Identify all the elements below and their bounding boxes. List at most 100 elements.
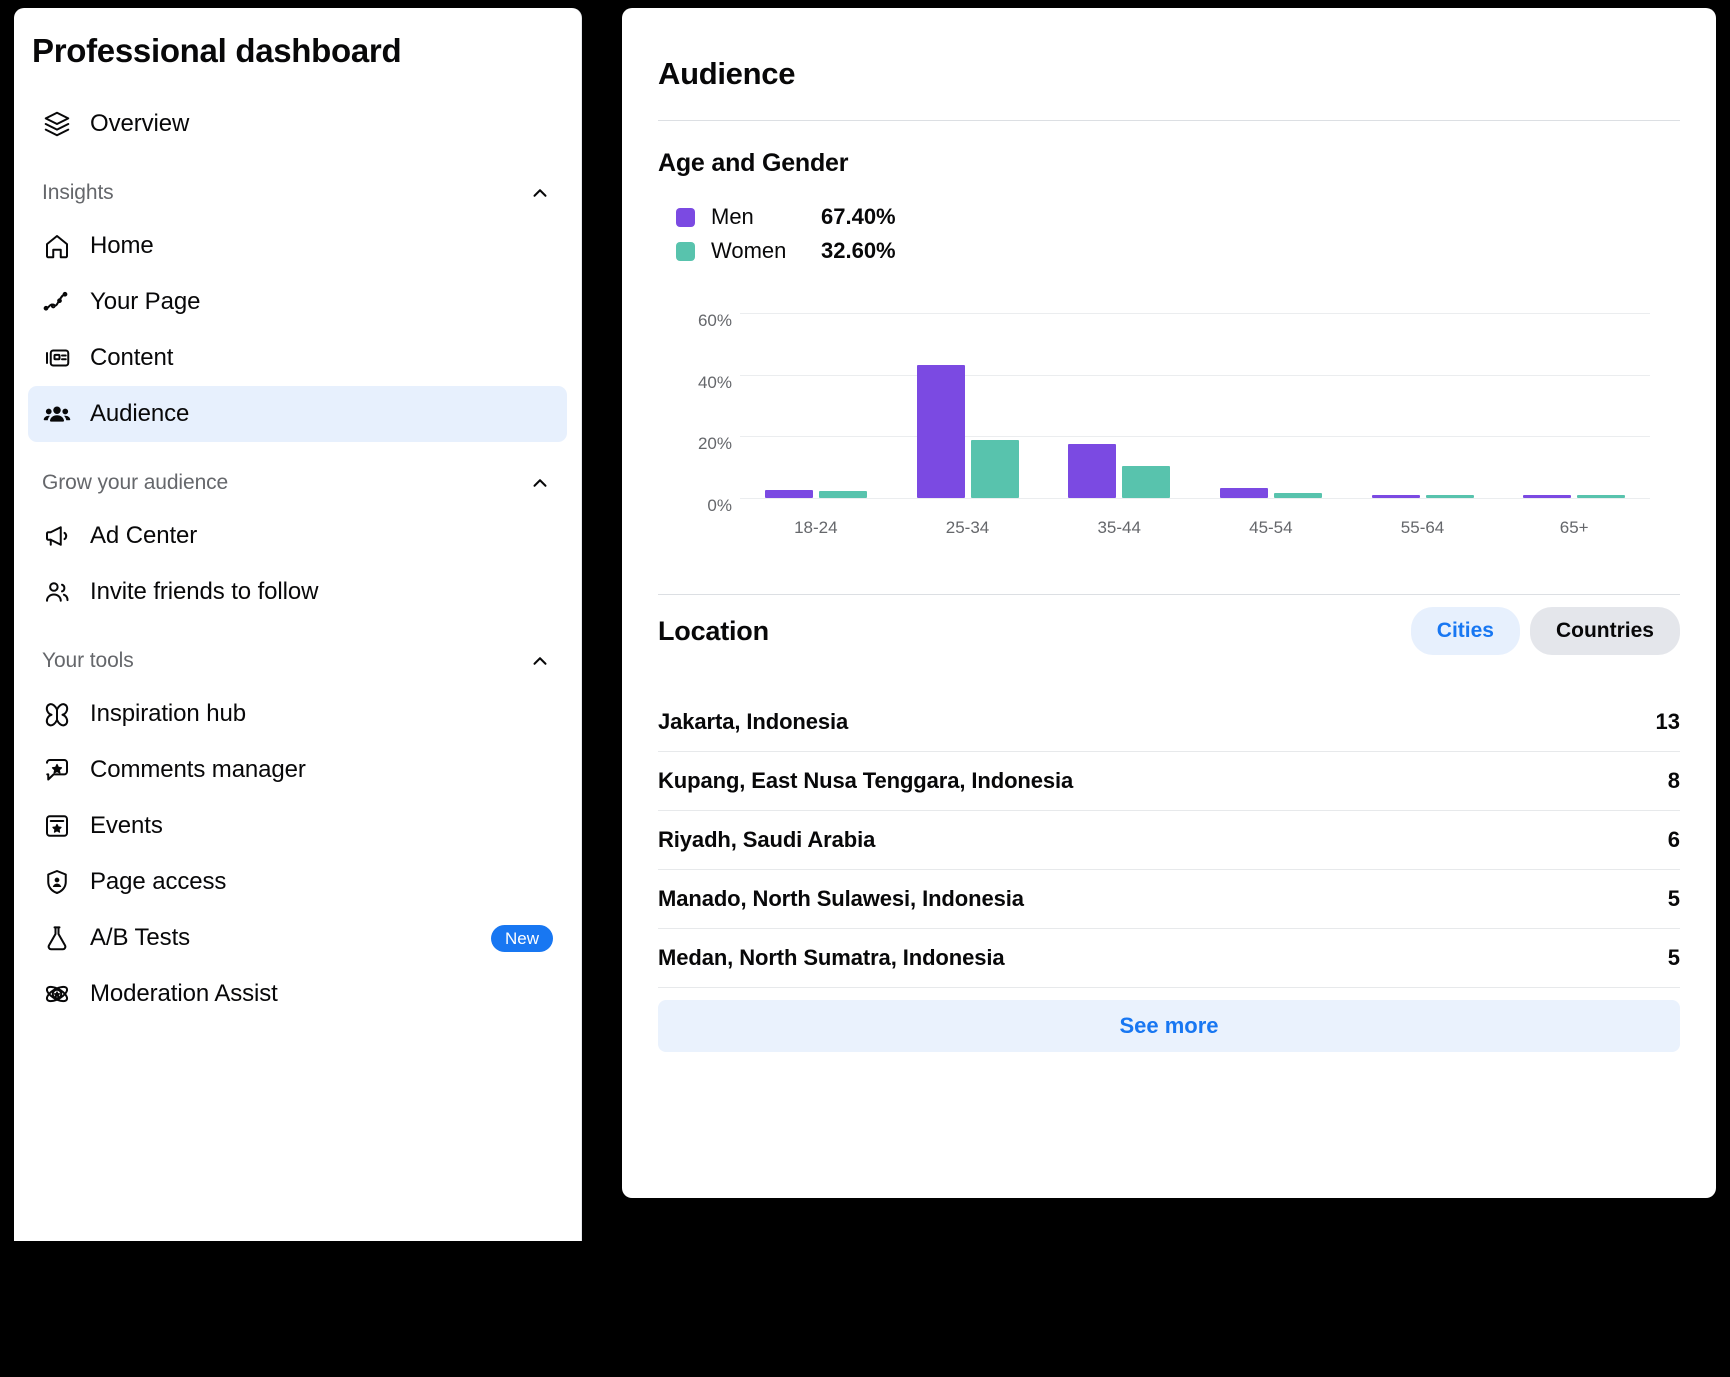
bar-group xyxy=(1043,298,1195,498)
sidebar-section-grow-your-audience[interactable]: Grow your audience xyxy=(28,458,567,508)
sidebar-section-insights[interactable]: Insights xyxy=(28,168,567,218)
sidebar-item-label: Events xyxy=(90,812,163,840)
comment-star-icon xyxy=(42,755,72,785)
new-badge: New xyxy=(491,925,553,952)
bar-women-35-44[interactable] xyxy=(1122,466,1170,498)
location-row[interactable]: Manado, North Sulawesi, Indonesia 5 xyxy=(658,870,1680,929)
legend-item: Women32.60% xyxy=(676,234,1680,268)
sidebar-section-title: Insights xyxy=(42,181,114,205)
bar-men-18-24[interactable] xyxy=(765,490,813,498)
divider-location xyxy=(658,594,1680,595)
content-cards-icon xyxy=(42,343,72,373)
gridline xyxy=(740,498,1650,499)
legend-value: 67.40% xyxy=(821,204,896,230)
bar-women-55-64[interactable] xyxy=(1426,495,1474,498)
bar-women-45-54[interactable] xyxy=(1274,493,1322,498)
bar-group xyxy=(1195,298,1347,498)
x-axis-tick: 55-64 xyxy=(1347,518,1499,538)
location-row[interactable]: Jakarta, Indonesia13 xyxy=(658,693,1680,752)
sidebar-item-label: A/B Tests xyxy=(90,924,190,952)
sidebar-item-content[interactable]: Content xyxy=(28,330,567,386)
sidebar-item-inspiration-hub[interactable]: Inspiration hub xyxy=(28,686,567,742)
chevron-up-icon[interactable] xyxy=(529,650,551,672)
location-name: Medan, North Sumatra, Indonesia xyxy=(658,945,1005,971)
chevron-up-icon[interactable] xyxy=(529,182,551,204)
trend-line-icon xyxy=(42,287,72,317)
x-axis-tick: 18-24 xyxy=(740,518,892,538)
sidebar-item-overview[interactable]: Overview xyxy=(28,96,567,152)
bar-men-55-64[interactable] xyxy=(1372,495,1420,498)
flask-icon xyxy=(42,923,72,953)
legend-swatch-icon xyxy=(676,242,695,261)
sidebar-item-label: Page access xyxy=(90,868,226,896)
location-count: 5 xyxy=(1668,886,1680,912)
shield-person-icon xyxy=(42,867,72,897)
age-gender-heading: Age and Gender xyxy=(658,149,1680,178)
sidebar-item-home[interactable]: Home xyxy=(28,218,567,274)
location-heading: Location xyxy=(658,616,769,647)
chart-plot-area xyxy=(740,298,1650,498)
sidebar-item-label: Your Page xyxy=(90,288,200,316)
home-icon xyxy=(42,231,72,261)
bar-men-25-34[interactable] xyxy=(917,365,965,498)
sidebar-section-title: Grow your audience xyxy=(42,471,228,495)
sidebar-item-invite-friends-to-follow[interactable]: Invite friends to follow xyxy=(28,564,567,620)
location-name: Manado, North Sulawesi, Indonesia xyxy=(658,886,1024,912)
bar-group xyxy=(740,298,892,498)
screenshot-root: Professional dashboard Overview Insights H… xyxy=(0,0,1730,1377)
sidebar-item-label: Overview xyxy=(90,110,189,138)
bar-men-35-44[interactable] xyxy=(1068,444,1116,498)
chart-y-axis: 0%20%40%60% xyxy=(658,298,732,498)
location-row[interactable]: Kupang, East Nusa Tenggara, Indonesia 8 xyxy=(658,752,1680,811)
sidebar-item-events[interactable]: Events xyxy=(28,798,567,854)
sidebar-item-label: Ad Center xyxy=(90,522,197,550)
sidebar-item-label: Comments manager xyxy=(90,756,306,784)
sidebar-item-label: Audience xyxy=(90,400,189,428)
location-tab-group: CitiesCountries xyxy=(1411,607,1680,655)
calendar-star-icon xyxy=(42,811,72,841)
megaphone-icon xyxy=(42,521,72,551)
location-row[interactable]: Riyadh, Saudi Arabia6 xyxy=(658,811,1680,870)
sidebar-section-your-tools[interactable]: Your tools xyxy=(28,636,567,686)
y-axis-tick: 20% xyxy=(662,434,732,454)
bar-group xyxy=(1498,298,1650,498)
sidebar-item-label: Content xyxy=(90,344,173,372)
location-count: 8 xyxy=(1668,768,1680,794)
location-list: Jakarta, Indonesia13Kupang, East Nusa Te… xyxy=(658,693,1680,988)
bar-men-65+[interactable] xyxy=(1523,495,1571,498)
sidebar-item-audience[interactable]: Audience xyxy=(28,386,567,442)
bar-group xyxy=(1347,298,1499,498)
sidebar-item-comments-manager[interactable]: Comments manager xyxy=(28,742,567,798)
location-tab-cities[interactable]: Cities xyxy=(1411,607,1520,655)
sidebar-item-label: Invite friends to follow xyxy=(90,578,318,606)
location-name: Riyadh, Saudi Arabia xyxy=(658,827,875,853)
see-more-button[interactable]: See more xyxy=(658,1000,1680,1052)
audience-card: Audience Age and Gender Men67.40%Women32… xyxy=(622,8,1716,1198)
chart-legend: Men67.40%Women32.60% xyxy=(658,200,1680,268)
x-axis-tick: 25-34 xyxy=(892,518,1044,538)
chevron-up-icon[interactable] xyxy=(529,472,551,494)
sidebar-item-ad-center[interactable]: Ad Center xyxy=(28,508,567,564)
legend-swatch-icon xyxy=(676,208,695,227)
sidebar-item-page-access[interactable]: Page access xyxy=(28,854,567,910)
location-count: 5 xyxy=(1668,945,1680,971)
sidebar-item-moderation-assist[interactable]: Moderation Assist xyxy=(28,966,567,1022)
location-name: Kupang, East Nusa Tenggara, Indonesia xyxy=(658,768,1073,794)
bar-women-18-24[interactable] xyxy=(819,491,867,498)
bar-women-25-34[interactable] xyxy=(971,440,1019,498)
y-axis-tick: 60% xyxy=(662,311,732,331)
sidebar-item-a-b-tests[interactable]: A/B Tests New xyxy=(28,910,567,966)
sidebar-item-your-page[interactable]: Your Page xyxy=(28,274,567,330)
location-header: Location CitiesCountries xyxy=(658,607,1680,655)
bar-group xyxy=(892,298,1044,498)
y-axis-tick: 0% xyxy=(662,496,732,516)
location-row[interactable]: Medan, North Sumatra, Indonesia 5 xyxy=(658,929,1680,988)
bar-women-65+[interactable] xyxy=(1577,495,1625,498)
sidebar-section-title: Your tools xyxy=(42,649,134,673)
bar-men-45-54[interactable] xyxy=(1220,488,1268,498)
location-tab-countries[interactable]: Countries xyxy=(1530,607,1680,655)
chart-bars xyxy=(740,298,1650,498)
x-axis-tick: 65+ xyxy=(1498,518,1650,538)
two-people-icon xyxy=(42,577,72,607)
page-title: Professional dashboard xyxy=(14,8,581,70)
